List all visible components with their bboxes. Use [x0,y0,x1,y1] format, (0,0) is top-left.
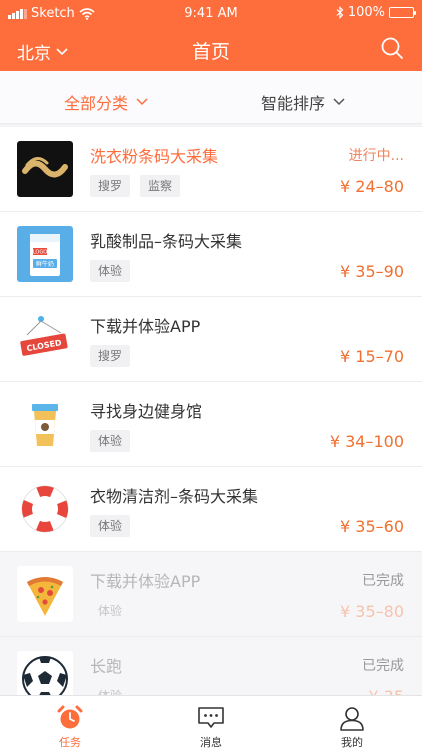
item-title: 寻找身边健身馆 [90,402,203,421]
item-price: ¥ 35–90 [340,262,404,281]
item-tags: 体验 [90,685,130,695]
milk-box-thumb: LOGO 鲜牛奶 [17,226,73,282]
item-status: 已完成 [362,658,404,674]
lifebuoy-thumb [17,481,73,537]
item-tag: 体验 [90,685,130,695]
item-title: 衣物清洁剂–条码大采集 [90,487,259,506]
battery-icon [389,7,416,18]
milk-label-text: LOGO [33,250,47,256]
item-price: ¥ 35–80 [340,602,404,621]
item-status: 已完成 [362,573,404,589]
tab-label: 任务 [59,736,81,749]
filter-bar: 全部分类 智能排序 [0,71,422,124]
item-title: 长跑 [90,657,123,676]
item-price: ¥ 34–100 [329,432,404,451]
sort-filter-label: 智能排序 [261,94,326,113]
list-item[interactable]: 长跑 体验 已完成 ¥ 35 [0,637,422,695]
category-filter[interactable]: 全部分类 [64,90,148,114]
item-title: 乳酸制品–条码大采集 [90,232,243,251]
message-icon [198,707,224,728]
list-item[interactable]: LOGO 鲜牛奶 乳酸制品–条码大采集 体验 ¥ 35–90 [0,212,422,297]
tab-bar: 任务 消息 我的 [0,695,422,750]
item-tag: 体验 [90,430,131,452]
tab-profile[interactable]: 我的 [282,696,422,750]
chevron-down-icon [333,98,345,106]
item-price: ¥ 24–80 [340,177,404,196]
closed-sign-thumb: CLOSED [17,311,73,367]
task-list: 洗衣粉条码大采集 搜罗 监察 进行中... ¥ 24–80 LOGO 鲜牛奶 乳酸… [0,127,422,695]
item-tags: 搜罗 监察 [90,175,181,197]
item-title: 下载并体验APP [90,572,201,591]
item-price: ¥ 15–70 [340,347,404,366]
item-tag: 体验 [90,260,131,282]
tab-messages[interactable]: 消息 [141,696,281,750]
status-right: 100% [336,5,416,20]
list-item[interactable]: 洗衣粉条码大采集 搜罗 监察 进行中... ¥ 24–80 [0,127,422,212]
milk-brand-text: 鲜牛奶 [36,260,54,268]
item-tags: 体验 [90,515,131,537]
item-tags: 体验 [90,260,131,282]
item-tags: 搜罗 [90,345,131,367]
chevron-down-icon [136,98,148,106]
battery-percent: 100% [347,5,385,20]
search-icon[interactable] [380,36,404,60]
item-price: ¥ 35 [368,687,404,695]
item-title: 下载并体验APP [90,317,201,336]
sort-filter[interactable]: 智能排序 [261,90,345,114]
list-item[interactable]: 衣物清洁剂–条码大采集 体验 ¥ 35–60 [0,467,422,552]
list-item[interactable]: 寻找身边健身馆 体验 ¥ 34–100 [0,382,422,467]
washing-powder-thumb [17,141,73,197]
app-header: Sketch 9:41 AM 100% 北京 首页 [0,0,422,71]
user-icon [340,707,364,731]
tab-tasks[interactable]: 任务 [0,696,140,750]
item-tag: 体验 [90,515,131,537]
item-title: 洗衣粉条码大采集 [90,147,219,166]
coffee-cup-thumb [17,396,73,452]
status-bar: Sketch 9:41 AM 100% [0,0,422,26]
item-status: 进行中... [348,148,404,164]
nav-bar: 北京 首页 [0,26,422,71]
pizza-slice-thumb [17,566,73,622]
page-title: 首页 [191,41,230,63]
list-item[interactable]: 下载并体验APP 体验 已完成 ¥ 35–80 [0,552,422,637]
item-tag: 搜罗 [90,345,131,367]
item-tags: 体验 [90,600,130,622]
tab-label: 消息 [200,736,222,749]
soccer-ball-thumb [17,651,73,695]
item-tags: 体验 [90,430,131,452]
item-tag: 搜罗 [90,175,131,197]
item-tag: 体验 [98,604,123,618]
item-tag: 监察 [140,175,181,197]
alarm-clock-icon [57,705,83,729]
item-price: ¥ 35–60 [340,517,404,536]
list-item[interactable]: CLOSED 下载并体验APP 搜罗 ¥ 15–70 [0,297,422,382]
tab-label: 我的 [341,736,363,749]
category-filter-label: 全部分类 [64,94,129,113]
bluetooth-icon [336,6,344,19]
